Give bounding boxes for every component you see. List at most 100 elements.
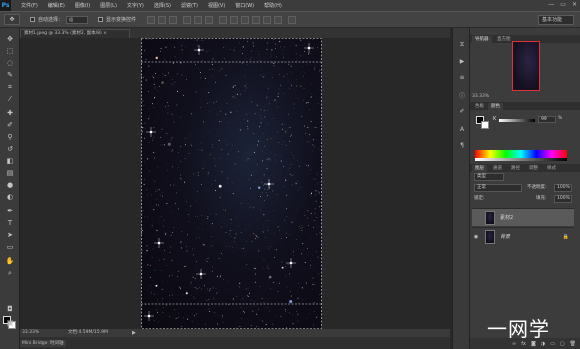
actions-panel-icon[interactable]: ▶ bbox=[456, 56, 468, 66]
tab-color[interactable]: 颜色 bbox=[488, 103, 503, 110]
layer-name[interactable]: 背景 bbox=[500, 233, 510, 240]
move-tool-preset-icon[interactable]: ✥ bbox=[4, 14, 20, 25]
brush-panel-icon[interactable]: ✐ bbox=[456, 106, 468, 116]
minimize-icon[interactable]: — bbox=[548, 1, 554, 8]
layer-filter-dropdown[interactable]: 类型 bbox=[474, 173, 504, 181]
align-right-icon[interactable] bbox=[205, 15, 214, 24]
layer-name[interactable]: 素材2 bbox=[500, 214, 513, 221]
layer-row-background[interactable]: ◉ 背景 🔒 bbox=[472, 227, 574, 245]
auto-select-checkbox[interactable] bbox=[30, 17, 35, 22]
menu-type[interactable]: 文字(Y) bbox=[127, 2, 144, 9]
eyedropper-tool-icon[interactable]: ⁄ bbox=[4, 94, 16, 104]
blend-mode-dropdown[interactable]: 正常 bbox=[474, 184, 522, 192]
fill-value[interactable]: 100% bbox=[554, 195, 572, 203]
grayscale-ramp[interactable] bbox=[475, 158, 567, 161]
type-tool-icon[interactable]: T bbox=[4, 218, 16, 228]
eraser-tool-icon[interactable]: ◧ bbox=[4, 156, 16, 166]
paragraph-panel-icon[interactable]: ¶ bbox=[456, 140, 468, 150]
path-select-tool-icon[interactable]: ➤ bbox=[4, 230, 16, 240]
distribute-vcenter-icon[interactable] bbox=[230, 15, 239, 24]
history-brush-tool-icon[interactable]: ↺ bbox=[4, 144, 16, 154]
navigator-zoom[interactable]: 33.33% bbox=[472, 94, 489, 99]
tab-styles[interactable]: 样式 bbox=[544, 165, 559, 172]
tab-navigator[interactable]: 导航器 bbox=[472, 36, 492, 43]
zoom-tool-icon[interactable]: ⌕ bbox=[4, 268, 16, 278]
tab-swatches[interactable]: 色板 bbox=[472, 103, 487, 110]
show-transform-checkbox[interactable] bbox=[98, 17, 104, 22]
navigator-thumbnail[interactable] bbox=[512, 41, 540, 91]
align-hcenter-icon[interactable] bbox=[194, 15, 203, 24]
auto-align-icon[interactable] bbox=[288, 15, 297, 24]
menu-view[interactable]: 视图(V) bbox=[208, 2, 225, 9]
tab-adjustments[interactable]: 调整 bbox=[526, 165, 541, 172]
menu-image[interactable]: 图像(I) bbox=[75, 2, 90, 9]
menu-help[interactable]: 帮助(H) bbox=[264, 2, 282, 9]
k-channel-slider[interactable] bbox=[499, 119, 535, 122]
hand-tool-icon[interactable]: ✋ bbox=[4, 256, 16, 266]
menu-file[interactable]: 文件(F) bbox=[21, 2, 38, 9]
color-spectrum[interactable] bbox=[475, 150, 567, 158]
character-panel-icon[interactable]: A bbox=[456, 124, 468, 134]
shape-tool-icon[interactable]: ▭ bbox=[4, 242, 16, 252]
tab-timeline[interactable]: 时间轴 bbox=[48, 340, 66, 347]
menu-edit[interactable]: 编辑(E) bbox=[48, 2, 65, 9]
quick-mask-icon[interactable]: ◘ bbox=[4, 304, 16, 314]
screen-mode-icon[interactable]: ▣ bbox=[4, 318, 16, 328]
lasso-tool-icon[interactable]: ◌ bbox=[4, 58, 16, 68]
crop-tool-icon[interactable]: ⌗ bbox=[4, 82, 16, 92]
menu-window[interactable]: 窗口(W) bbox=[235, 2, 254, 9]
menu-layer[interactable]: 图层(L) bbox=[100, 2, 117, 9]
distribute-top-icon[interactable] bbox=[219, 15, 228, 24]
document-tab[interactable]: 素材1.jpeg @ 33.3% (素材2, 副本/8) × bbox=[20, 29, 130, 38]
new-layer-icon[interactable]: ▢ bbox=[560, 341, 565, 347]
healing-brush-tool-icon[interactable]: ✚ bbox=[4, 108, 16, 118]
layer-row-selected[interactable]: 素材2 bbox=[472, 208, 574, 226]
layer-thumbnail bbox=[485, 229, 495, 244]
show-transform-option[interactable]: 显示变换控件 bbox=[98, 16, 136, 23]
properties-panel-icon[interactable]: ≡ bbox=[456, 72, 468, 82]
status-bar: 33.33% 文档:4.59M/15.9M ▶ bbox=[20, 329, 450, 337]
workspace-dropdown[interactable]: 基本功能 bbox=[538, 15, 574, 25]
delete-layer-icon[interactable]: 🗑 bbox=[570, 341, 576, 347]
new-group-icon[interactable]: ▭ bbox=[550, 341, 555, 347]
opacity-value[interactable]: 100% bbox=[554, 184, 572, 192]
align-vcenter-icon[interactable] bbox=[158, 15, 167, 24]
quick-select-tool-icon[interactable]: ✎ bbox=[4, 70, 16, 80]
distribute-right-icon[interactable] bbox=[274, 15, 283, 24]
move-tool-icon[interactable]: ✥ bbox=[4, 34, 16, 44]
pen-tool-icon[interactable]: ✒ bbox=[4, 206, 16, 216]
color-panel-background[interactable] bbox=[481, 121, 489, 129]
brush-tool-icon[interactable]: ✐ bbox=[4, 120, 16, 130]
status-zoom[interactable]: 33.33% bbox=[22, 329, 39, 337]
menu-select[interactable]: 选择(S) bbox=[154, 2, 171, 9]
tab-mini-bridge[interactable]: Mini Bridge bbox=[20, 340, 50, 347]
menu-filter[interactable]: 滤镜(T) bbox=[181, 2, 198, 9]
status-arrow-icon[interactable]: ▶ bbox=[132, 329, 136, 337]
auto-select-dropdown[interactable]: 组 bbox=[66, 15, 89, 24]
history-panel-icon[interactable]: ⧖ bbox=[456, 40, 468, 50]
gradient-tool-icon[interactable]: ▤ bbox=[4, 168, 16, 178]
align-top-icon[interactable] bbox=[147, 15, 156, 24]
info-panel-icon[interactable]: ⓘ bbox=[456, 90, 468, 100]
visibility-eye-icon[interactable]: ◉ bbox=[472, 234, 480, 240]
align-left-icon[interactable] bbox=[183, 15, 192, 24]
tab-histogram[interactable]: 直方图 bbox=[494, 36, 514, 43]
tab-channels[interactable]: 通道 bbox=[490, 165, 505, 172]
distribute-hcenter-icon[interactable] bbox=[263, 15, 272, 24]
tab-paths[interactable]: 路径 bbox=[508, 165, 523, 172]
distribute-left-icon[interactable] bbox=[252, 15, 261, 24]
maximize-icon[interactable]: ▭ bbox=[560, 1, 566, 8]
distribute-bottom-icon[interactable] bbox=[241, 15, 250, 24]
auto-select-option[interactable]: 自动选择： 组 bbox=[30, 15, 89, 24]
document-canvas[interactable] bbox=[141, 38, 322, 329]
lock-icon: 🔒 bbox=[562, 233, 569, 240]
align-bottom-icon[interactable] bbox=[169, 15, 178, 24]
panel-dock-strip: ⧖ ▶ ≡ ⓘ ✐ A ¶ bbox=[452, 28, 470, 349]
close-icon[interactable]: ✕ bbox=[572, 1, 577, 8]
clone-stamp-tool-icon[interactable]: ⚲ bbox=[4, 132, 16, 142]
k-channel-value[interactable]: 99 bbox=[538, 116, 556, 123]
marquee-tool-icon[interactable]: ⬚ bbox=[4, 46, 16, 56]
dodge-tool-icon[interactable]: ◐ bbox=[4, 192, 16, 202]
blur-tool-icon[interactable]: ● bbox=[4, 180, 16, 190]
tab-layers[interactable]: 图层 bbox=[472, 165, 487, 172]
